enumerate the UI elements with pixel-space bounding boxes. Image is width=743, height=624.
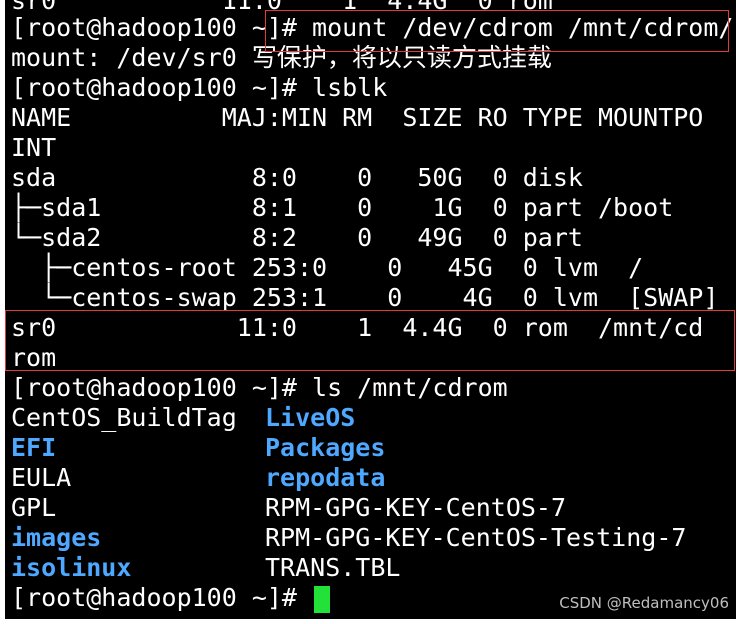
ls-file: GPL (11, 493, 57, 522)
terminal-window[interactable]: sr0 11:0 1 4.4G 0 rom [root@hadoop100 ~]… (5, 0, 736, 619)
ls-directory: LiveOS (265, 403, 356, 432)
highlight-box-sr0-row (5, 310, 735, 371)
ls-file: TRANS.TBL (265, 553, 401, 582)
terminal-line-sda: sda 8:0 0 50G 0 disk (11, 163, 583, 192)
terminal-line-ls-command: [root@hadoop100 ~]# ls /mnt/cdrom (11, 373, 508, 402)
terminal-line-sda1: ├─sda1 8:1 0 1G 0 part /boot (11, 193, 674, 222)
ls-file: RPM-GPG-KEY-CentOS-Testing-7 (265, 523, 687, 552)
ls-directory: repodata (265, 463, 386, 492)
ls-directory: isolinux (11, 553, 132, 582)
ls-directory: images (11, 523, 102, 552)
ls-file: CentOS_BuildTag (11, 403, 237, 432)
ls-row: CentOS_BuildTag (11, 403, 237, 433)
highlight-box-mount-command (265, 10, 729, 52)
ls-directory: Packages (265, 433, 386, 462)
watermark-text: CSDN @Redamancy06 (559, 594, 729, 612)
terminal-line-final-prompt[interactable]: [root@hadoop100 ~]# (11, 583, 331, 613)
ls-directory: EFI (11, 433, 57, 462)
terminal-line-lsblk-header: NAME MAJ:MIN RM SIZE RO TYPE MOUNTPO (11, 103, 704, 132)
terminal-line-lsblk-header-wrap: INT (11, 133, 57, 162)
terminal-line-lsblk-command: [root@hadoop100 ~]# lsblk (11, 73, 388, 102)
shell-prompt: [root@hadoop100 ~]# (11, 583, 313, 612)
ls-file: EULA (11, 463, 72, 492)
ls-file: RPM-GPG-KEY-CentOS-7 (265, 493, 567, 522)
terminal-line-centos-swap: └─centos-swap 253:1 0 4G 0 lvm [SWAP] (11, 283, 719, 312)
terminal-line-sda2: └─sda2 8:2 0 49G 0 part (11, 223, 583, 252)
terminal-line-centos-root: ├─centos-root 253:0 0 45G 0 lvm / (11, 253, 644, 282)
text-cursor (314, 585, 331, 613)
